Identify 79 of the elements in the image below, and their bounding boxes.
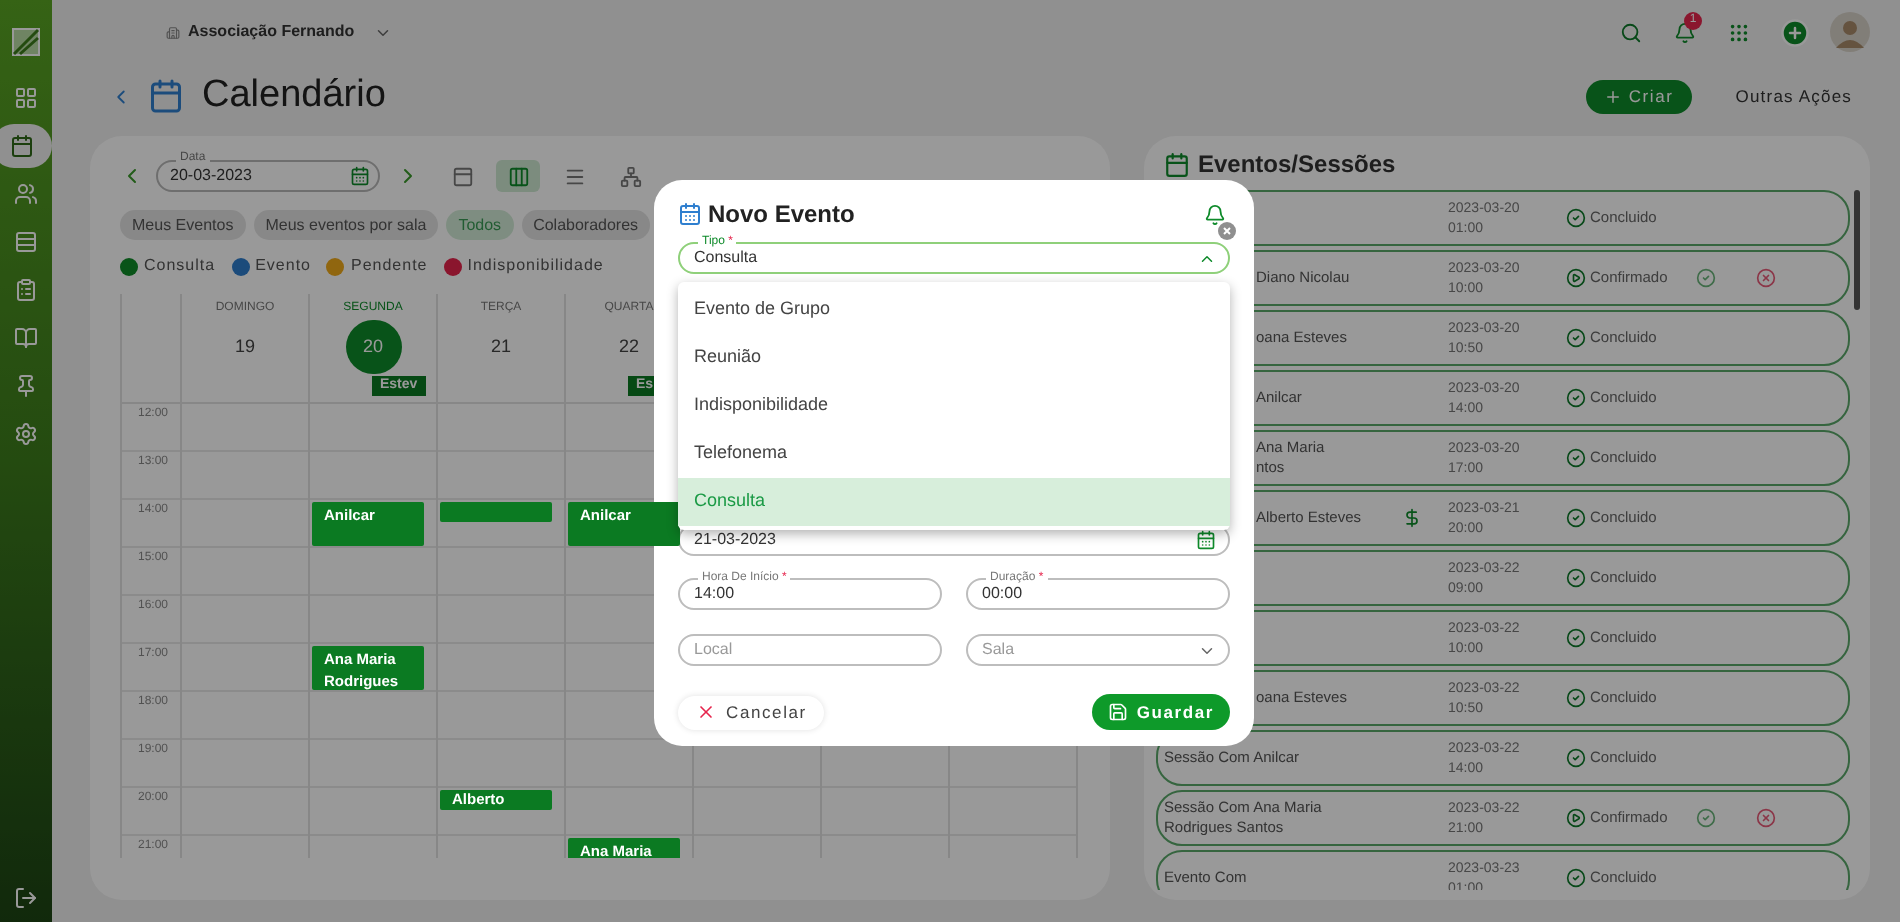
logout-icon[interactable] [14,886,38,910]
check-circle-icon [1566,628,1586,648]
check-circle-icon [1566,388,1586,408]
field-value: Consulta [694,247,760,270]
columns-icon [507,165,529,187]
check-circle-icon [1566,208,1586,228]
play-icon [1566,808,1586,828]
day-number[interactable]: 19 [217,320,273,374]
save-button[interactable]: Guardar [1092,694,1230,730]
check-circle-icon [1566,568,1586,588]
building-icon [166,25,180,39]
create-button[interactable]: Criar [1586,79,1692,113]
save-icon [1108,702,1129,722]
bell-icon[interactable] [1674,21,1696,43]
calendar-icon[interactable] [1196,530,1216,550]
sidebar-item[interactable] [0,124,52,168]
field-placeholder: Sala [982,638,1017,662]
check-circle-icon[interactable] [1696,808,1716,828]
legend-label: Pendente [350,254,428,278]
organization-name[interactable]: Associação Fernando [188,20,355,44]
play-icon [1566,268,1586,288]
input-field[interactable]: 21-03-2023 [678,524,1230,556]
filter-chip[interactable]: Meus eventos por sala [253,210,439,240]
input-field[interactable]: Sala [966,634,1230,666]
users-icon [14,182,38,206]
dropdown-option[interactable]: Consulta [678,478,1230,526]
field-placeholder: Local [694,638,735,662]
filter-chip[interactable]: Colaboradores [521,210,651,240]
day-number[interactable]: 21 [473,320,529,374]
check-circle-icon [1566,508,1586,528]
logo-icon [12,28,40,56]
book-icon [14,326,38,350]
day-view-icon [451,165,473,187]
input-field[interactable]: Local [678,634,942,666]
filter-chip[interactable]: Meus Eventos [120,210,246,240]
dashboard-icon [14,86,38,110]
cancel-icon[interactable] [1756,268,1776,288]
day-number[interactable]: 20 [345,320,401,374]
scrollbar[interactable] [1854,190,1860,310]
calendar-icon [1164,151,1190,177]
field-value: 00:00 [982,583,1025,606]
calendar-icon[interactable] [350,166,370,186]
clipboard-icon [14,278,38,302]
cancel-button[interactable]: Cancelar [678,695,825,729]
page-title: Calendário [202,71,386,120]
hierarchy-icon [619,165,641,187]
calendar-icon [148,78,184,114]
calendar-icon [10,134,34,158]
legend-label: Indisponibilidade [467,254,604,278]
search-icon[interactable] [1620,21,1642,43]
bell-icon[interactable] [1204,203,1226,225]
more-actions-button[interactable]: Outras Ações [1723,79,1864,113]
avatar[interactable] [1830,12,1870,52]
dialog-title: Novo Evento [708,198,855,232]
apps-icon[interactable] [1728,21,1750,43]
cancel-icon[interactable] [1756,808,1776,828]
check-circle-icon[interactable] [1696,268,1716,288]
rows-icon [14,230,38,254]
check-circle-icon [1566,328,1586,348]
field-value: 21-03-2023 [694,528,778,552]
day-number[interactable]: 22 [601,320,657,374]
field-value: 14:00 [694,582,737,606]
add-icon[interactable] [1780,17,1810,47]
clear-icon[interactable] [1218,222,1236,240]
settings-icon [14,422,38,446]
check-circle-icon [1566,688,1586,708]
check-circle-icon [1566,868,1586,888]
calendar-icon [678,202,702,226]
pin-icon [14,374,38,398]
view-toggle[interactable] [496,160,540,192]
close-icon [696,702,716,722]
list-icon [563,165,585,187]
plus-icon [1604,87,1623,105]
check-circle-icon [1566,748,1586,768]
legend-label: Consulta [144,254,216,278]
panel-title: Eventos/Sessões [1198,148,1396,182]
legend-label: Evento [255,254,311,278]
check-circle-icon [1566,448,1586,468]
field-value: 20-03-2023 [170,164,254,188]
